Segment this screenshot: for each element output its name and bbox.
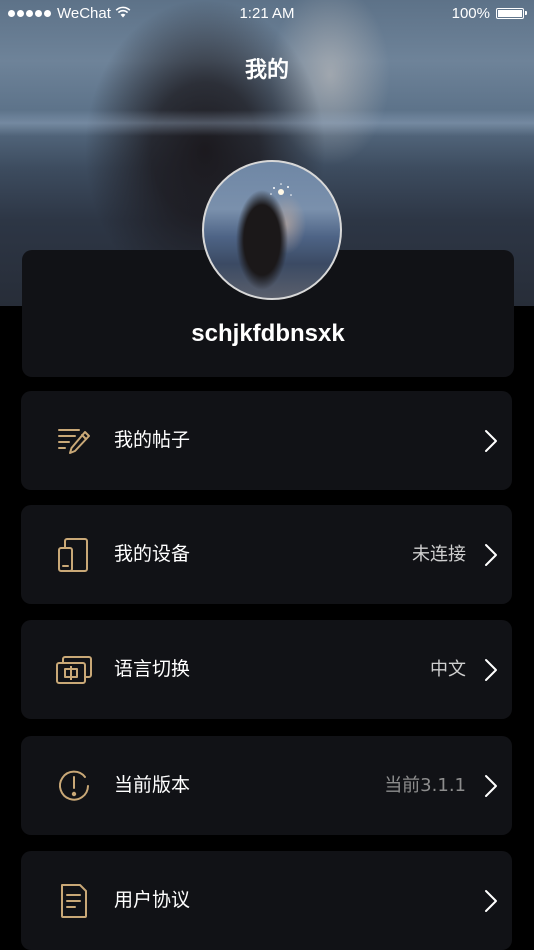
battery-percent: 100%: [451, 5, 490, 22]
device-icon: [55, 536, 93, 574]
device-status: 未连接: [412, 544, 466, 565]
menu-item-label: 语言切换: [114, 658, 191, 680]
current-language: 中文: [430, 659, 466, 680]
edit-posts-icon: [55, 422, 93, 460]
chevron-right-icon: [484, 658, 498, 682]
info-icon: [55, 767, 93, 805]
horizon-glow: [0, 110, 534, 136]
document-icon: [55, 882, 93, 920]
battery-fill: [498, 10, 522, 17]
menu-item-version[interactable]: 当前版本 当前3.1.1: [21, 736, 512, 835]
chevron-right-icon: [484, 543, 498, 567]
username: schjkfdbnsxk: [191, 320, 345, 347]
battery-icon: [496, 8, 527, 19]
menu-item-label: 当前版本: [114, 774, 191, 796]
menu-item-label: 我的设备: [114, 543, 191, 565]
sparkler-glow: [270, 183, 292, 196]
chevron-right-icon: [484, 889, 498, 913]
avatar[interactable]: [202, 160, 342, 300]
version-number: 当前3.1.1: [384, 775, 466, 796]
chevron-right-icon: [484, 429, 498, 453]
menu-item-user-agreement[interactable]: 用户协议: [21, 851, 512, 950]
page-title: 我的: [244, 58, 289, 83]
menu-item-label: 我的帖子: [114, 429, 191, 451]
menu-item-language[interactable]: 语言切换 中文: [21, 620, 512, 719]
menu-item-label: 用户协议: [114, 889, 191, 911]
status-bar: WeChat 1:21 AM 100%: [0, 0, 534, 28]
menu-item-my-posts[interactable]: 我的帖子: [21, 391, 512, 490]
status-right: 100%: [451, 5, 527, 22]
chevron-right-icon: [484, 774, 498, 798]
menu-item-my-devices[interactable]: 我的设备 未连接: [21, 505, 512, 604]
language-switch-icon: [55, 651, 93, 689]
